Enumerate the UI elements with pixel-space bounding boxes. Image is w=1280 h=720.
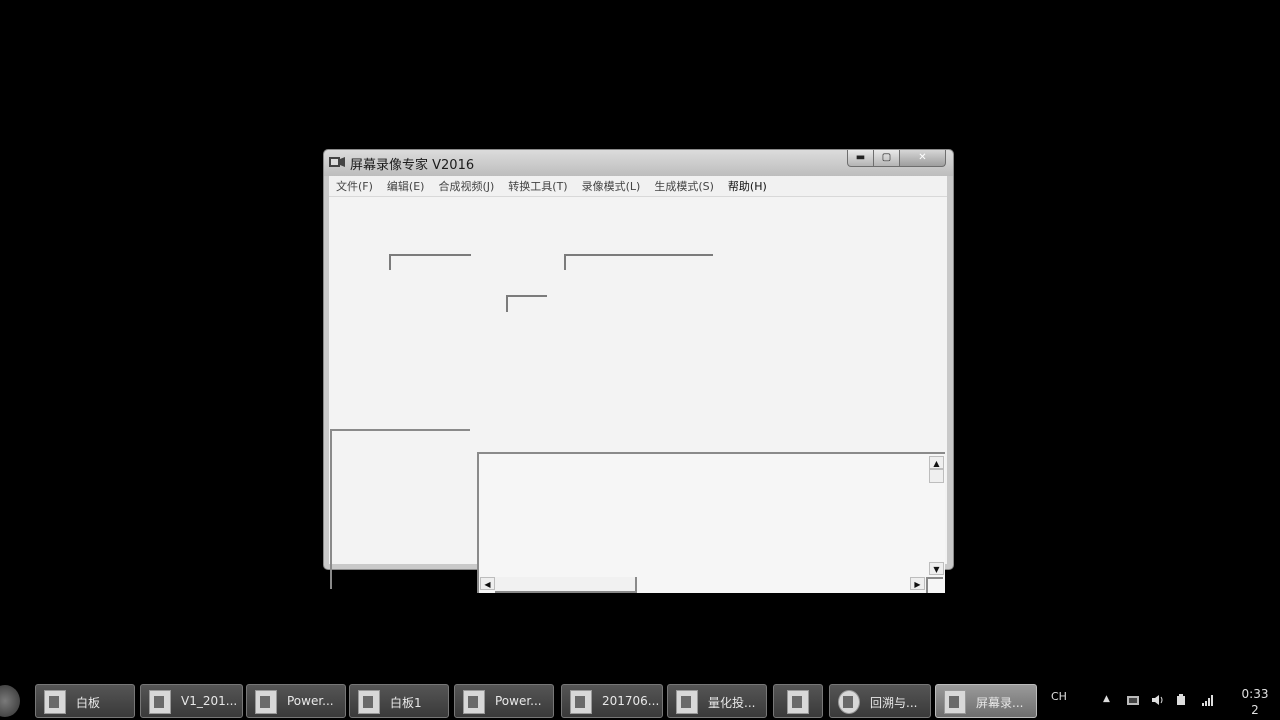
presentation-icon [255, 690, 277, 714]
menu-record-mode[interactable]: 录像模式(L) [575, 178, 648, 194]
menu-convert-tools[interactable]: 转换工具(T) [501, 178, 574, 194]
taskbar-button-whiteboard[interactable]: 白板 [35, 684, 135, 718]
scroll-up-button[interactable]: ▲ [929, 456, 944, 469]
size-grip[interactable] [926, 577, 943, 593]
recorder-tray-icon[interactable] [1127, 694, 1139, 706]
clock-date: 2 [1251, 703, 1259, 717]
maximize-button[interactable]: ▢ [874, 150, 900, 167]
presentation-icon [463, 690, 485, 714]
horizontal-scrollbar[interactable]: ◀ ▶ [479, 577, 928, 593]
app-window: 屏幕录像专家 V2016 ▬ ▢ ✕ 文件(F) 编辑(E) 合成视频(J) 转… [323, 149, 954, 593]
caption-buttons: ▬ ▢ ✕ [847, 150, 946, 167]
minimize-button[interactable]: ▬ [847, 150, 874, 167]
network-signal-icon[interactable] [1202, 694, 1214, 706]
menu-generate-mode[interactable]: 生成模式(S) [647, 178, 721, 194]
app-icon [787, 690, 809, 714]
menu-help[interactable]: 帮助(H) [721, 178, 774, 194]
taskbar-button-v1[interactable]: V1_201... [140, 684, 243, 718]
recorder-app-icon [329, 157, 345, 167]
scroll-right-button[interactable]: ▶ [910, 577, 925, 590]
scroll-down-button[interactable]: ▼ [929, 562, 944, 575]
control-outline-3 [506, 295, 547, 297]
control-outline-2 [564, 254, 713, 256]
menu-file[interactable]: 文件(F) [329, 178, 380, 194]
folder-icon [570, 690, 592, 714]
browser-icon [838, 690, 860, 714]
close-button[interactable]: ✕ [900, 150, 946, 167]
scroll-thumb-vertical[interactable] [929, 469, 944, 483]
taskbar-button-app[interactable] [773, 684, 823, 718]
taskbar-button-whiteboard1[interactable]: 白板1 [349, 684, 449, 718]
control-outline-3-edge [506, 295, 508, 312]
presentation-icon [358, 690, 380, 714]
language-indicator[interactable]: CH [1051, 690, 1067, 703]
presentation-icon [44, 690, 66, 714]
volume-icon[interactable] [1152, 694, 1164, 706]
menu-bar: 文件(F) 编辑(E) 合成视频(J) 转换工具(T) 录像模式(L) 生成模式… [329, 176, 947, 197]
system-clock[interactable]: 0:33 2 [1237, 686, 1273, 718]
taskbar-button-folder-201706[interactable]: 201706... [561, 684, 663, 718]
client-area: ▲ ▼ ◀ ▶ [329, 197, 947, 593]
menu-compose-video[interactable]: 合成视频(J) [431, 178, 501, 194]
taskbar-button-powerpoint-1[interactable]: Power... [246, 684, 346, 718]
show-hidden-icons-button[interactable]: ▲ [1103, 694, 1110, 704]
folder-icon [676, 690, 698, 714]
presentation-icon [149, 690, 171, 714]
menu-edit[interactable]: 编辑(E) [380, 178, 432, 194]
taskbar-button-powerpoint-2[interactable]: Power... [454, 684, 554, 718]
file-list-panel[interactable] [330, 429, 470, 589]
scroll-left-button[interactable]: ◀ [480, 577, 495, 590]
control-outline-1 [389, 254, 471, 256]
title-bar[interactable]: 屏幕录像专家 V2016 ▬ ▢ ✕ [324, 150, 953, 176]
power-icon[interactable] [1176, 694, 1188, 706]
vertical-scrollbar[interactable]: ▲ ▼ [928, 454, 945, 577]
recorder-icon [944, 690, 966, 714]
scroll-thumb-horizontal[interactable] [495, 577, 637, 593]
window-title: 屏幕录像专家 V2016 [350, 158, 475, 173]
clock-time: 0:33 [1241, 687, 1269, 701]
control-outline-2-edge [564, 254, 566, 270]
preview-text-area[interactable]: ▲ ▼ ◀ ▶ [477, 452, 945, 593]
taskbar-button-screen-recorder[interactable]: 屏幕录... [935, 684, 1037, 718]
taskbar-button-browser[interactable]: 回溯与... [829, 684, 931, 718]
taskbar-button-folder-quant[interactable]: 量化投... [667, 684, 767, 718]
control-outline-1-edge [389, 254, 391, 270]
